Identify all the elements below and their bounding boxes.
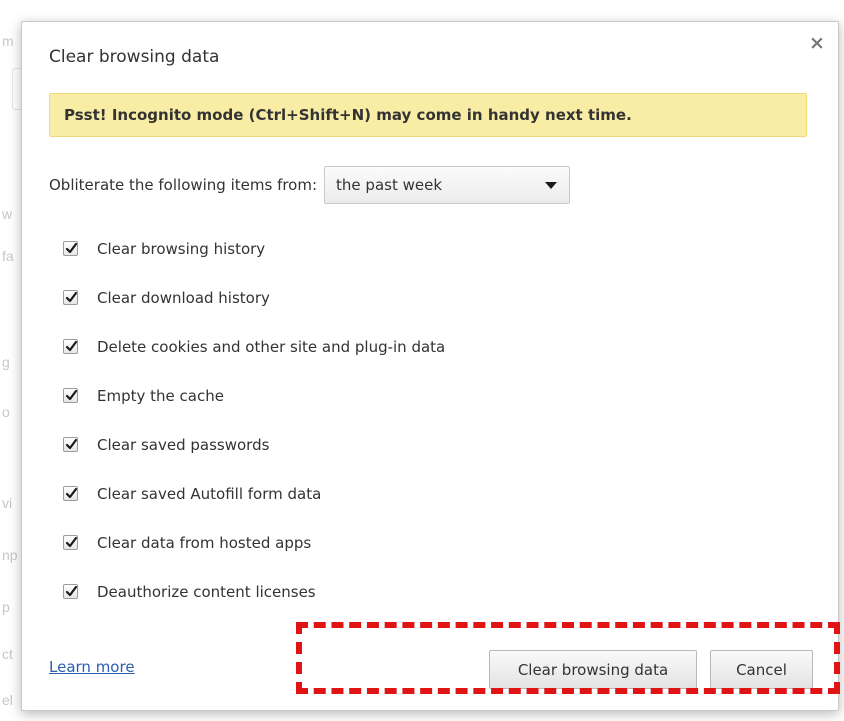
checklist-item: Clear saved passwords xyxy=(63,420,445,469)
checkbox-label: Deauthorize content licenses xyxy=(97,582,316,601)
checkbox-label: Empty the cache xyxy=(97,386,224,405)
checkmark-icon xyxy=(65,291,78,303)
checklist-item: Delete cookies and other site and plug-i… xyxy=(63,322,445,371)
checkmark-icon xyxy=(65,487,78,499)
background-text-fragment: o xyxy=(2,404,10,420)
clear-saved-passwords-checkbox[interactable] xyxy=(63,437,78,452)
clear-browsing-data-dialog: Clear browsing data × Psst! Incognito mo… xyxy=(21,21,839,711)
empty-cache-checkbox[interactable] xyxy=(63,388,78,403)
background-text-fragment: w xyxy=(2,206,13,222)
checkbox-label: Clear download history xyxy=(97,288,270,307)
background-text-fragment: el xyxy=(2,692,13,708)
background-text-fragment: vi xyxy=(2,495,13,511)
time-period-value: the past week xyxy=(336,176,443,194)
checklist-item: Clear data from hosted apps xyxy=(63,518,445,567)
background-text-fragment: np xyxy=(2,547,18,563)
background-text-fragment: ct xyxy=(2,646,13,662)
clear-browsing-history-checkbox[interactable] xyxy=(63,241,78,256)
learn-more-link[interactable]: Learn more xyxy=(49,658,135,676)
checkmark-icon xyxy=(65,585,78,597)
cancel-button[interactable]: Cancel xyxy=(710,650,813,689)
background-text-fragment: g xyxy=(2,354,10,370)
close-button[interactable]: × xyxy=(808,32,826,54)
background-text-fragment: p xyxy=(2,599,10,615)
checkbox-label: Clear saved Autofill form data xyxy=(97,484,322,503)
time-period-select[interactable]: the past week xyxy=(324,166,571,204)
checkmark-icon xyxy=(65,536,78,548)
dialog-title: Clear browsing data xyxy=(49,47,220,67)
checklist-item: Clear saved Autofill form data xyxy=(63,469,445,518)
checkbox-label: Clear browsing history xyxy=(97,239,266,258)
time-period-row: Obliterate the following items from: the… xyxy=(49,166,571,204)
clear-browsing-data-button[interactable]: Clear browsing data xyxy=(489,650,697,689)
checkmark-icon xyxy=(65,242,78,254)
background-text-fragment: m xyxy=(2,33,14,49)
delete-cookies-checkbox[interactable] xyxy=(63,339,78,354)
checklist-item: Clear download history xyxy=(63,273,445,322)
chevron-down-icon xyxy=(545,182,558,189)
checklist-item: Empty the cache xyxy=(63,371,445,420)
time-period-label: Obliterate the following items from: xyxy=(49,176,318,194)
close-icon: × xyxy=(809,32,825,54)
checkmark-icon xyxy=(65,389,78,401)
incognito-tip-banner: Psst! Incognito mode (Ctrl+Shift+N) may … xyxy=(49,93,807,137)
checkmark-icon xyxy=(65,340,78,352)
checklist-item: Clear browsing history xyxy=(63,224,445,273)
checkmark-icon xyxy=(65,438,78,450)
checkbox-label: Clear saved passwords xyxy=(97,435,270,454)
background-text-fragment: fa xyxy=(2,248,14,264)
clear-hosted-apps-data-checkbox[interactable] xyxy=(63,535,78,550)
checklist-item: Deauthorize content licenses xyxy=(63,567,445,616)
clear-autofill-checkbox[interactable] xyxy=(63,486,78,501)
checkbox-label: Delete cookies and other site and plug-i… xyxy=(97,337,446,356)
checkbox-label: Clear data from hosted apps xyxy=(97,533,312,552)
clear-download-history-checkbox[interactable] xyxy=(63,290,78,305)
tip-text: Psst! Incognito mode (Ctrl+Shift+N) may … xyxy=(64,106,632,124)
deauthorize-licenses-checkbox[interactable] xyxy=(63,584,78,599)
data-type-checklist: Clear browsing history Clear download hi… xyxy=(63,224,445,616)
